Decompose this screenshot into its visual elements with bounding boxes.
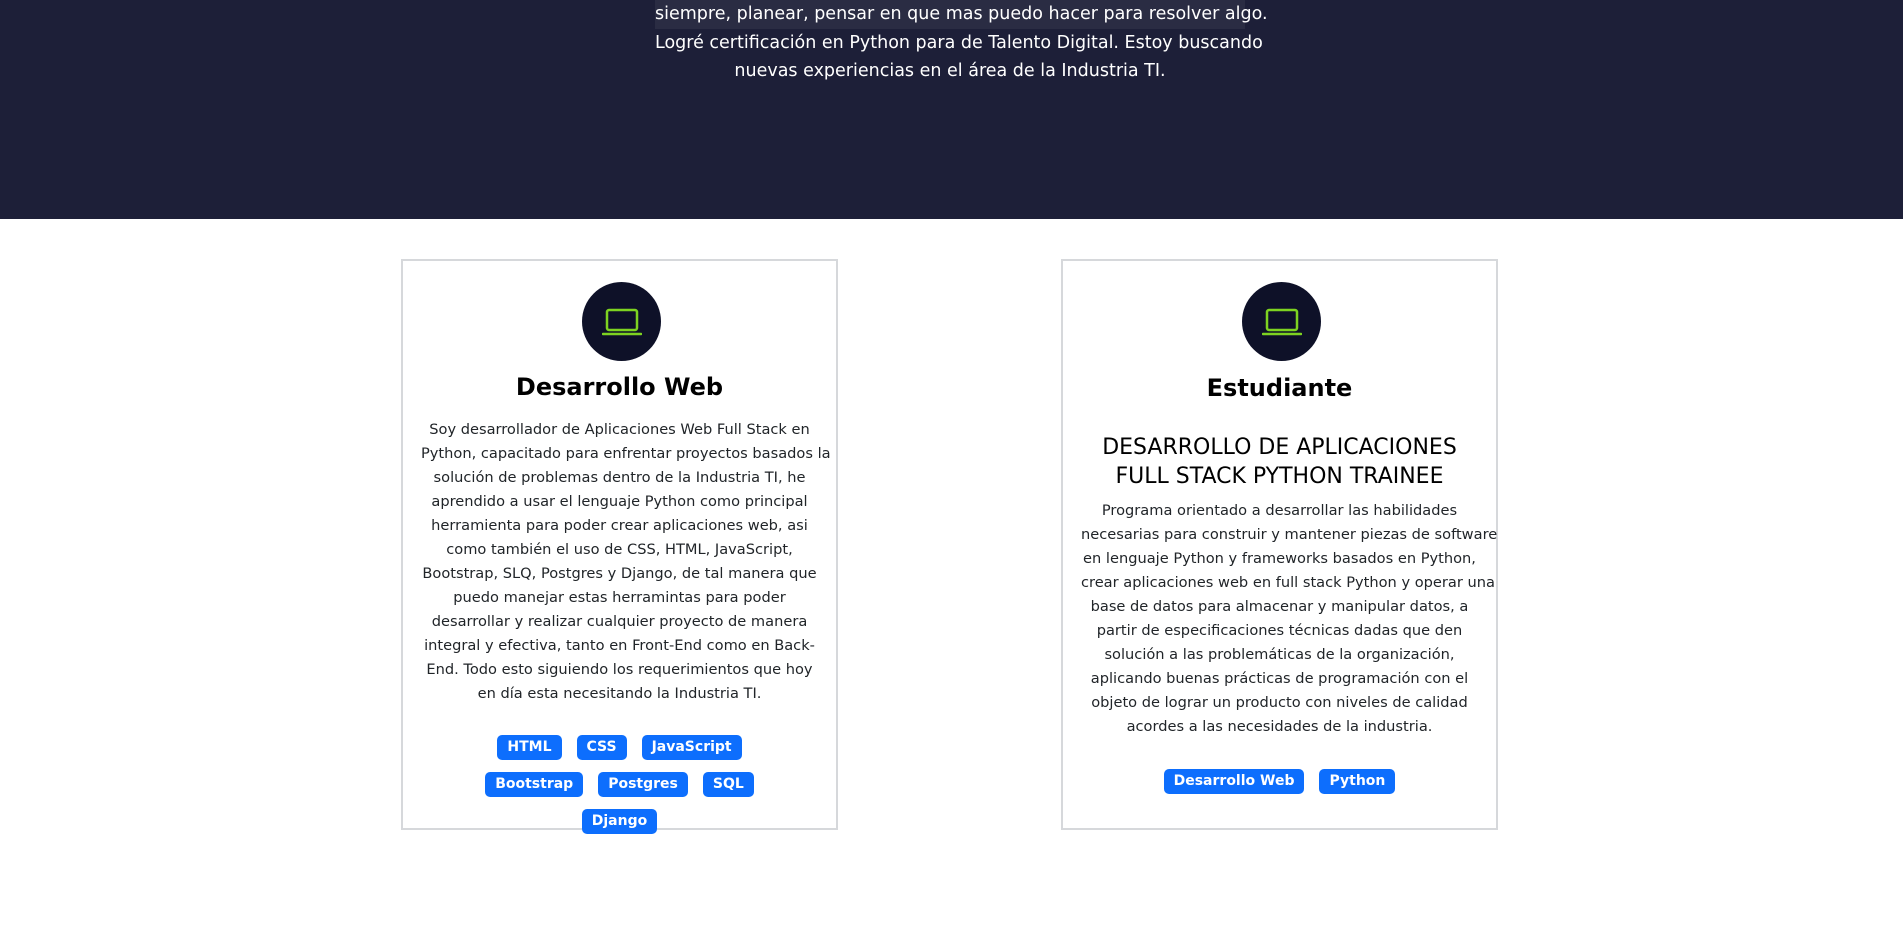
badge-django[interactable]: Django xyxy=(581,809,658,834)
badge-postgres[interactable]: Postgres xyxy=(598,772,688,797)
badge-sql[interactable]: SQL xyxy=(702,772,754,797)
laptop-icon-circle xyxy=(582,282,661,361)
card-description-line: herramienta para poder crear aplicacione… xyxy=(431,517,808,534)
card-title: Desarrollo Web xyxy=(515,373,724,401)
service-card-web-development: Desarrollo Web Soy desarrollador de Apli… xyxy=(401,259,838,834)
card-description-line: aprendido a usar el lenguaje Python como… xyxy=(431,493,808,510)
service-card-student: Estudiante DESARROLLO DE APLICACIONES FU… xyxy=(1061,259,1498,830)
card-description-line: Soy desarrollador de Aplicaciones Web Fu… xyxy=(429,421,810,438)
program-title: DESARROLLO DE APLICACIONES FULL STACK PY… xyxy=(1073,433,1486,491)
card-description-line: desarrollar y realizar cualquier proyect… xyxy=(431,613,808,630)
card-description: Soy desarrollador de Aplicaciones Web Fu… xyxy=(421,418,831,706)
card-description-line: Python, capacitado para enfrentar proyec… xyxy=(421,445,831,462)
laptop-icon xyxy=(601,308,642,335)
card-description-line: en día esta necesitando la Industria TI. xyxy=(477,685,762,702)
hero-line: siempre, planear, pensar en que mas pued… xyxy=(655,0,1268,29)
card-description-line: base de datos para almacenar y manipular… xyxy=(1090,598,1469,615)
card-description-line: crear aplicaciones web en full stack Pyt… xyxy=(1081,574,1495,591)
program-title-line: FULL STACK PYTHON TRAINEE xyxy=(1115,464,1444,489)
program-title-line: DESARROLLO DE APLICACIONES xyxy=(1102,435,1457,460)
hero-line: nuevas experiencias en el área de la Ind… xyxy=(734,61,1166,81)
badge-bootstrap[interactable]: Bootstrap xyxy=(485,772,584,797)
card-description-line: puedo manejar estas herramintas para pod… xyxy=(453,589,786,606)
card-description-line: End. Todo esto siguiendo los requerimien… xyxy=(426,661,813,678)
skill-badges: HTML CSS JavaScript Bootstrap Postgres S… xyxy=(413,735,826,834)
card-description-line: necesarias para construir y mantener pie… xyxy=(1081,526,1498,543)
card-description-line: Bootstrap, SLQ, Postgres y Django, de ta… xyxy=(422,565,817,582)
card-title: Estudiante xyxy=(1206,374,1353,402)
badge-css[interactable]: CSS xyxy=(576,735,627,760)
card-description-line: aplicando buenas prácticas de programaci… xyxy=(1090,670,1469,687)
card-description-line: solución de problemas dentro de la Indus… xyxy=(433,469,806,486)
laptop-icon xyxy=(1261,308,1302,335)
hero-description: siempre, planear, pensar en que mas pued… xyxy=(655,0,1268,86)
hero-line: Logré certificación en Python para de Ta… xyxy=(655,32,1263,53)
badge-desarrollo-web[interactable]: Desarrollo Web xyxy=(1163,769,1305,794)
badge-html[interactable]: HTML xyxy=(497,735,562,760)
card-description-line: integral y efectiva, tanto en Front-End … xyxy=(424,637,815,654)
card-description-line: solución a las problemáticas de la organ… xyxy=(1104,646,1455,663)
card-description-line: acordes a las necesidades de la industri… xyxy=(1126,718,1433,735)
card-description-line: en lenguaje Python y frameworks basados … xyxy=(1083,550,1476,567)
card-description: Programa orientado a desarrollar las hab… xyxy=(1081,499,1498,739)
card-description-line: como también el uso de CSS, HTML, JavaSc… xyxy=(446,541,793,558)
card-description-line: objeto de lograr un producto con niveles… xyxy=(1091,694,1468,711)
badge-javascript[interactable]: JavaScript xyxy=(641,735,742,760)
card-description-line: partir de especificaciones técnicas dada… xyxy=(1096,622,1463,639)
card-description-line: Programa orientado a desarrollar las hab… xyxy=(1101,502,1458,519)
hero-section: siempre, planear, pensar en que mas pued… xyxy=(0,0,1903,219)
topic-badges: Desarrollo Web Python xyxy=(1073,769,1486,794)
badge-python[interactable]: Python xyxy=(1319,769,1396,794)
laptop-icon-circle xyxy=(1242,282,1321,361)
